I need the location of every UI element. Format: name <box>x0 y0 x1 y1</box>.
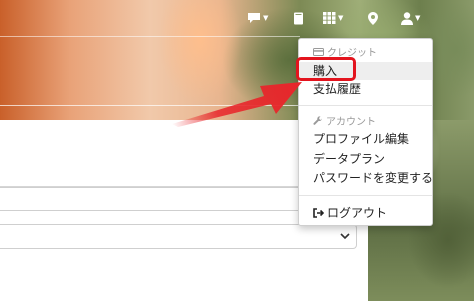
highlight-box <box>296 57 356 81</box>
annotation-arrow <box>172 82 302 127</box>
